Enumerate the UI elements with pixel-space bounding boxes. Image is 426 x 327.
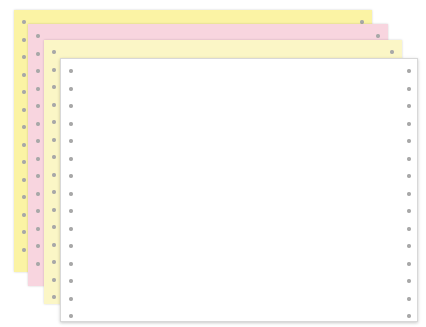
tractor-feed-hole (22, 142, 26, 147)
tractor-feed-hole (22, 160, 26, 164)
tractor-feed-hole (407, 156, 411, 161)
tractor-feed-hole (36, 104, 40, 108)
tractor-feed-hole (407, 191, 411, 196)
tractor-feed-hole (52, 50, 56, 54)
tractor-feed-hole (36, 139, 40, 143)
tractor-feed-hole (22, 107, 26, 112)
tractor-feed-hole (407, 86, 411, 91)
tractor-feed-hole (22, 177, 26, 182)
tractor-feed-hole (36, 69, 40, 73)
tractor-feed-hole (390, 50, 394, 54)
tractor-feed-hole (69, 104, 73, 108)
tractor-feed-hole (69, 174, 73, 178)
tractor-feed-hole (407, 279, 411, 283)
tractor-feed-hole (22, 90, 26, 94)
tractor-feed-hole (52, 137, 56, 142)
tractor-feed-hole (69, 69, 73, 73)
tractor-feed-hole (69, 314, 73, 318)
tractor-feed-hole (407, 104, 411, 108)
tractor-feed-hole (69, 139, 73, 143)
tractor-feed-hole (407, 174, 411, 178)
tractor-feed-hole (22, 230, 26, 234)
tractor-feed-hole (22, 195, 26, 199)
tractor-feed-hole (22, 125, 26, 129)
tractor-feed-hole (407, 139, 411, 143)
tractor-feed-hole (22, 247, 26, 252)
tractor-feed-hole (36, 244, 40, 248)
tractor-feed-hole (407, 244, 411, 248)
tractor-feed-hole (52, 172, 56, 177)
tractor-feed-hole (69, 296, 73, 301)
tractor-feed-hole (22, 55, 26, 59)
tractor-feed-hole (36, 191, 40, 196)
tractor-feed-hole (52, 155, 56, 159)
tractor-feed-hole (69, 279, 73, 283)
tractor-feed-hole (36, 156, 40, 161)
tractor-feed-hole (36, 261, 40, 266)
tractor-feed-hole (407, 226, 411, 231)
tractor-feed-hole (36, 121, 40, 126)
paper-stack (0, 0, 426, 327)
tractor-feed-hole (22, 20, 26, 24)
tractor-feed-hole (52, 207, 56, 212)
tractor-feed-hole (69, 156, 73, 161)
tractor-feed-hole (407, 314, 411, 318)
tractor-feed-hole (36, 174, 40, 178)
tractor-feed-hole (36, 51, 40, 56)
tractor-feed-hole (52, 85, 56, 89)
tractor-feed-hole (52, 277, 56, 282)
tractor-feed-hole (407, 121, 411, 126)
tractor-feed-hole (52, 225, 56, 229)
white-sheet (60, 58, 418, 322)
tractor-feed-hole (407, 209, 411, 213)
tractor-feed-hole (376, 34, 380, 38)
tractor-feed-hole (52, 190, 56, 194)
tractor-feed-hole (69, 121, 73, 126)
tractor-feed-hole (69, 191, 73, 196)
tractor-feed-hole (52, 242, 56, 247)
tractor-feed-hole (52, 67, 56, 72)
tractor-feed-hole (22, 72, 26, 77)
tractor-feed-hole (36, 226, 40, 231)
tractor-feed-hole (52, 102, 56, 107)
tractor-feed-hole (36, 86, 40, 91)
tractor-feed-hole (69, 244, 73, 248)
tractor-feed-hole (52, 295, 56, 299)
tractor-feed-hole (407, 261, 411, 266)
tractor-feed-hole (69, 226, 73, 231)
tractor-feed-hole (69, 209, 73, 213)
tractor-feed-hole (36, 209, 40, 213)
tractor-feed-hole (22, 37, 26, 42)
tractor-feed-hole (36, 34, 40, 38)
tractor-feed-hole (22, 212, 26, 217)
tractor-feed-hole (52, 120, 56, 124)
tractor-feed-hole (407, 69, 411, 73)
tractor-feed-hole (69, 261, 73, 266)
tractor-feed-hole (69, 86, 73, 91)
tractor-feed-hole (52, 260, 56, 264)
tractor-feed-hole (407, 296, 411, 301)
